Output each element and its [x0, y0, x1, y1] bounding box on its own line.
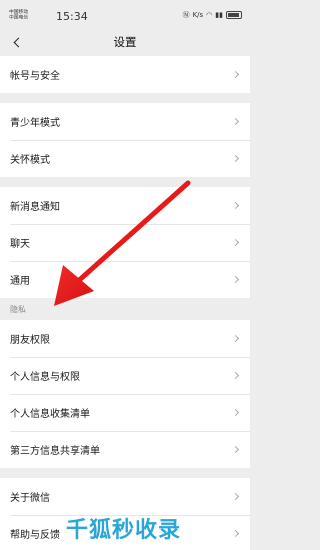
- group-privacy: 朋友权限 个人信息与权限 个人信息收集清单 第三方信息共享清单: [0, 320, 250, 468]
- group-general: 新消息通知 聊天 通用: [0, 187, 250, 298]
- group-account: 帐号与安全: [0, 56, 250, 93]
- wifi-icon: ◠: [206, 11, 213, 19]
- status-time: 15:34: [56, 10, 88, 23]
- system-icons: Ⓝ K/s ◠ ▮▮: [183, 11, 242, 19]
- row-label: 聊天: [10, 239, 30, 250]
- chevron-right-icon: [231, 238, 240, 247]
- chevron-right-icon: [231, 371, 240, 380]
- chevron-right-icon: [231, 408, 240, 417]
- settings-row-info-collection-list[interactable]: 个人信息收集清单: [0, 394, 250, 431]
- chevron-right-icon: [231, 154, 240, 163]
- carrier-info: 中国移动 中国电信: [9, 9, 28, 20]
- status-bar: 中国移动 中国电信 15:34 Ⓝ K/s ◠ ▮▮: [0, 0, 250, 28]
- watermark-logo: 千狐秒收录: [66, 518, 182, 543]
- settings-row-general[interactable]: 通用: [0, 261, 250, 298]
- nfc-icon: Ⓝ: [182, 11, 190, 19]
- group-modes: 青少年模式 关怀模式: [0, 103, 250, 177]
- chevron-right-icon: [231, 529, 240, 538]
- row-label: 青少年模式: [10, 118, 60, 129]
- section-header-privacy: 隐私: [10, 304, 26, 314]
- chevron-right-icon: [231, 275, 240, 284]
- settings-row-about[interactable]: 关于微信: [0, 478, 250, 515]
- settings-row-notifications[interactable]: 新消息通知: [0, 187, 250, 224]
- speed-label: K/s: [192, 11, 204, 19]
- page-title: 设置: [113, 35, 137, 49]
- chevron-right-icon: [231, 445, 240, 454]
- row-label: 帐号与安全: [10, 71, 60, 82]
- row-label: 帮助与反馈: [10, 530, 60, 541]
- chevron-left-icon: [13, 37, 24, 47]
- chevron-right-icon: [231, 492, 240, 501]
- nav-bar: 设置: [0, 28, 250, 56]
- settings-row-personal-info-permissions[interactable]: 个人信息与权限: [0, 357, 250, 394]
- battery-icon: [226, 11, 242, 19]
- row-label: 个人信息收集清单: [10, 409, 90, 420]
- settings-row-account-security[interactable]: 帐号与安全: [0, 56, 250, 93]
- row-label: 个人信息与权限: [10, 372, 80, 383]
- settings-row-care-mode[interactable]: 关怀模式: [0, 140, 250, 177]
- row-label: 新消息通知: [10, 202, 60, 213]
- settings-row-teen-mode[interactable]: 青少年模式: [0, 103, 250, 140]
- row-label: 朋友权限: [10, 335, 50, 346]
- settings-row-friend-permissions[interactable]: 朋友权限: [0, 320, 250, 357]
- chevron-right-icon: [231, 334, 240, 343]
- signal-icon: ▮▮: [215, 11, 223, 19]
- row-label: 关怀模式: [10, 155, 50, 166]
- row-label: 通用: [10, 276, 30, 287]
- chevron-right-icon: [231, 70, 240, 79]
- row-label: 关于微信: [10, 493, 50, 504]
- back-button[interactable]: [6, 31, 28, 53]
- chevron-right-icon: [231, 117, 240, 126]
- carrier-2: 中国电信: [9, 14, 29, 21]
- settings-row-chat[interactable]: 聊天: [0, 224, 250, 261]
- row-label: 第三方信息共享清单: [10, 446, 100, 457]
- chevron-right-icon: [231, 201, 240, 210]
- settings-row-third-party-sharing-list[interactable]: 第三方信息共享清单: [0, 431, 250, 468]
